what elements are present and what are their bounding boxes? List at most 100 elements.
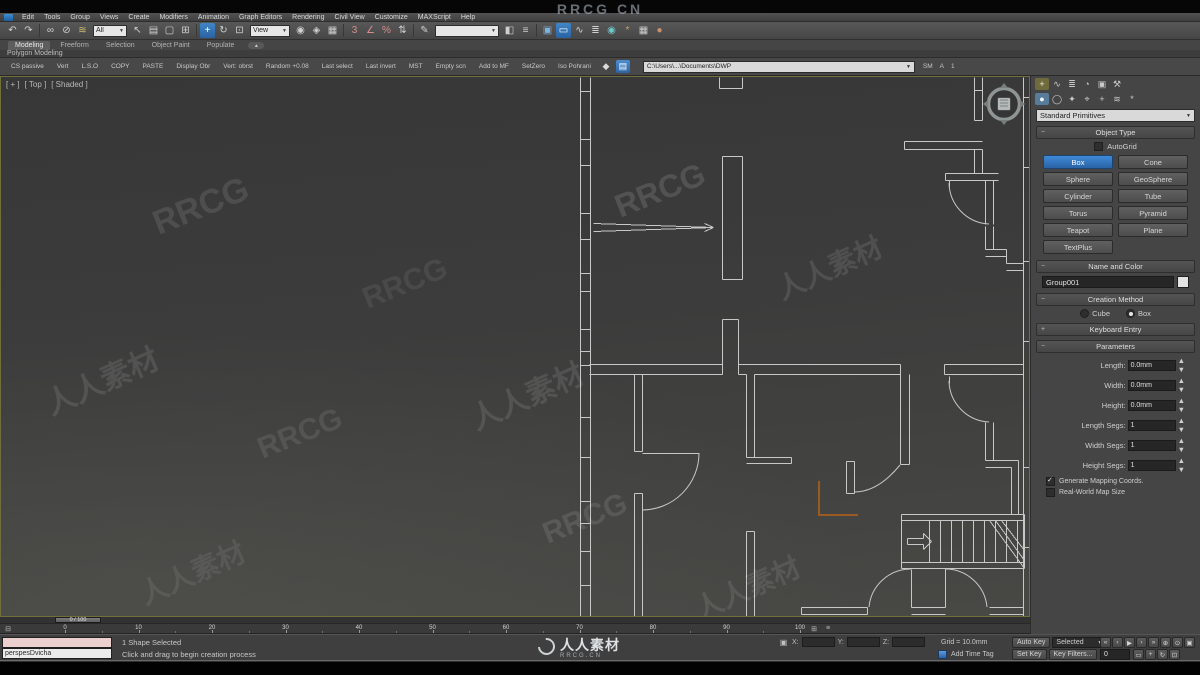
spinner-control[interactable]: ▲ ▼ — [1178, 436, 1185, 454]
zoom-icon[interactable]: ⊕ — [1160, 637, 1171, 648]
script-button-add-to-mf[interactable]: Add to MF — [474, 61, 514, 72]
tube-button[interactable]: Tube — [1118, 189, 1188, 203]
script-button-copy[interactable]: COPY — [106, 61, 134, 72]
script-button-mst[interactable]: MST — [404, 61, 428, 72]
spinner-snap-icon[interactable]: ⇅ — [395, 23, 410, 38]
open-mini-curve-editor-button[interactable]: ⊟ — [2, 624, 14, 633]
tab-freeform[interactable]: Freeform — [53, 41, 95, 50]
auto-key-button[interactable]: Auto Key — [1012, 637, 1051, 648]
menu-item-modifiers[interactable]: Modifiers — [154, 14, 192, 21]
autogrid-checkbox[interactable] — [1094, 142, 1104, 151]
spinner-control[interactable]: ▲ ▼ — [1178, 356, 1185, 374]
spinner-down-icon[interactable]: ▼ — [1178, 465, 1185, 474]
script-button-random-0-08[interactable]: Random +0.08 — [261, 61, 314, 72]
modify-tab-icon[interactable]: ∿ — [1050, 78, 1064, 90]
curve-editor-icon[interactable]: ∿ — [572, 23, 587, 38]
menu-item-civil-view[interactable]: Civil View — [329, 14, 369, 21]
checkbox-generate-mapping-coords-[interactable] — [1046, 476, 1055, 486]
torus-button[interactable]: Torus — [1043, 206, 1113, 220]
material-editor-icon[interactable]: ◉ — [604, 23, 619, 38]
rollout-header-name-color[interactable]: − Name and Color — [1036, 260, 1195, 273]
render-production-icon[interactable]: ● — [652, 23, 667, 38]
scripts-label-sm[interactable]: SM — [923, 63, 933, 70]
menu-item-help[interactable]: Help — [456, 14, 480, 21]
pan-icon[interactable]: + — [1145, 649, 1156, 660]
checkbox-real-world-map-size[interactable] — [1046, 488, 1055, 497]
edit-named-selections-icon[interactable]: ✎ — [417, 23, 432, 38]
spinner-up-icon[interactable]: ▲ — [1178, 356, 1185, 365]
key-filters-button[interactable]: Key Filters... — [1048, 649, 1098, 660]
schematic-view-icon[interactable]: ≣ — [588, 23, 603, 38]
menu-item-edit[interactable]: Edit — [17, 14, 39, 21]
sphere-button[interactable]: Sphere — [1043, 172, 1113, 186]
orbit-icon[interactable]: ↻ — [1157, 649, 1168, 660]
param-field-length-segs-[interactable]: 1 — [1127, 419, 1176, 431]
menu-item-group[interactable]: Group — [65, 14, 94, 21]
script-button-l-s-o[interactable]: L.S.O — [76, 61, 103, 72]
zoom-extents-all-icon[interactable]: ▣ — [1184, 637, 1195, 648]
rect-selection-region-icon[interactable]: ▢ — [162, 23, 177, 38]
play-button[interactable]: ▶ — [1124, 637, 1135, 648]
cylinder-button[interactable]: Cylinder — [1043, 189, 1113, 203]
spacewarps-category-icon[interactable]: ≋ — [1110, 93, 1124, 105]
script-button-empty-scn[interactable]: Empty scn — [431, 61, 471, 72]
mirror-icon[interactable]: ◧ — [502, 23, 517, 38]
trackbar-button[interactable]: ≡ — [822, 624, 834, 633]
scripts-label-a[interactable]: A — [940, 63, 944, 70]
maximize-viewport-icon[interactable]: ⊡ — [1169, 649, 1180, 660]
redo-icon[interactable]: ↷ — [21, 23, 36, 38]
trackbar-button[interactable]: ⊞ — [808, 624, 820, 633]
rollout-header-keyboard-entry[interactable]: + Keyboard Entry — [1036, 323, 1195, 336]
menu-item-tools[interactable]: Tools — [39, 14, 65, 21]
cone-button[interactable]: Cone — [1118, 155, 1188, 169]
geometry-category-icon[interactable]: ● — [1035, 93, 1049, 105]
unlink-icon[interactable]: ⊘ — [59, 23, 74, 38]
layer-manager-icon[interactable]: ▣ — [540, 23, 555, 38]
select-manipulate-icon[interactable]: ◈ — [309, 23, 324, 38]
menu-item-create[interactable]: Create — [123, 14, 154, 21]
teapot-button[interactable]: Teapot — [1043, 223, 1113, 237]
utilities-tab-icon[interactable]: ⚒ — [1110, 78, 1124, 90]
view-navigation-gizmo[interactable] — [983, 83, 1025, 125]
primitive-type-dropdown[interactable]: Standard Primitives ▼ — [1036, 109, 1195, 122]
zoom-extents-icon[interactable]: ⊙ — [1172, 637, 1183, 648]
tab-selection[interactable]: Selection — [99, 41, 142, 50]
menu-item-maxscript[interactable]: MAXScript — [413, 14, 456, 21]
select-move-icon[interactable]: + — [200, 23, 215, 38]
spinner-down-icon[interactable]: ▼ — [1178, 385, 1185, 394]
reference-coordinate-dropdown[interactable]: View ▼ — [250, 24, 290, 37]
hierarchy-tab-icon[interactable]: ≣ — [1065, 78, 1079, 90]
key-selection-dropdown[interactable]: Selected▼ — [1052, 637, 1107, 648]
rollout-header-creation-method[interactable]: − Creation Method — [1036, 293, 1195, 306]
spinner-control[interactable]: ▲ ▼ — [1178, 396, 1185, 414]
viewport-menu-view[interactable]: [ Top ] — [25, 80, 47, 89]
spinner-control[interactable]: ▲ ▼ — [1178, 456, 1185, 474]
time-slider[interactable]: 0 / 100 — [0, 617, 1030, 624]
spinner-up-icon[interactable]: ▲ — [1178, 436, 1185, 445]
selection-filter-dropdown[interactable]: All ▼ — [93, 24, 127, 37]
snap-toggle-icon[interactable]: 3 — [347, 23, 362, 38]
object-color-swatch[interactable] — [1177, 276, 1189, 288]
cameras-category-icon[interactable]: ⌖ — [1080, 93, 1094, 105]
script-button-vert[interactable]: Vert — [52, 61, 74, 72]
viewport-menu-shading[interactable]: [ Shaded ] — [51, 80, 87, 89]
helpers-category-icon[interactable]: + — [1095, 93, 1109, 105]
menu-item-views[interactable]: Views — [95, 14, 124, 21]
spinner-control[interactable]: ▲ ▼ — [1178, 376, 1185, 394]
display-tab-icon[interactable]: ▣ — [1095, 78, 1109, 90]
param-field-height-segs-[interactable]: 1 — [1127, 459, 1176, 471]
file-path-dropdown[interactable]: C:\Users\...\Documents\DWP ▼ — [642, 60, 915, 73]
document-icon[interactable]: ▤ — [615, 60, 630, 73]
spinner-up-icon[interactable]: ▲ — [1178, 416, 1185, 425]
undo-icon[interactable]: ↶ — [5, 23, 20, 38]
menu-item-animation[interactable]: Animation — [193, 14, 234, 21]
select-link-icon[interactable]: ∞ — [43, 23, 58, 38]
geosphere-button[interactable]: GeoSphere — [1118, 172, 1188, 186]
lock-selection-icon[interactable]: ▣ — [778, 637, 789, 647]
lights-category-icon[interactable]: ✦ — [1065, 93, 1079, 105]
ribbon-toggle-icon[interactable]: ▭ — [556, 23, 571, 38]
spinner-down-icon[interactable]: ▼ — [1178, 445, 1185, 454]
hand-tool-icon[interactable]: ◆ — [599, 60, 613, 73]
spinner-up-icon[interactable]: ▲ — [1178, 456, 1185, 465]
script-button-iso-pohrani[interactable]: Iso Pohrani — [553, 61, 596, 72]
